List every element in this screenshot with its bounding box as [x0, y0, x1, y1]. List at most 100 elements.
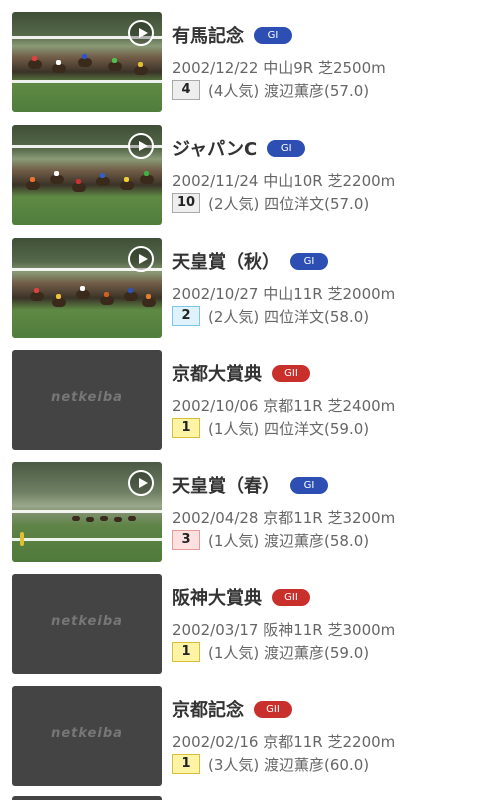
horse: [52, 64, 66, 73]
jockey: [104, 292, 109, 297]
horse: [134, 66, 148, 75]
race-info: 天皇賞（秋） GI 2002/10/27 中山11R 芝2000m 2 (2人気…: [172, 238, 504, 338]
jockey: [82, 54, 87, 59]
jockey: [146, 294, 151, 299]
horse: [100, 296, 114, 305]
race-info: 阪神大賞典 GII 2002/03/17 阪神11R 芝3000m 1 (1人気…: [172, 574, 504, 674]
popularity-jockey-weight: (1人気) 渡辺薫彦(59.0): [208, 643, 370, 662]
jockey: [56, 294, 61, 299]
play-icon[interactable]: [128, 133, 154, 159]
result-line: 2 (2人気) 四位洋文(58.0): [172, 305, 369, 327]
horse: [52, 298, 66, 307]
title-row: 京都大賞典 GII: [172, 358, 310, 388]
play-icon[interactable]: [128, 470, 154, 496]
grade-badge: GI: [267, 139, 306, 157]
jockey: [54, 171, 59, 176]
race-video-thumbnail[interactable]: [12, 462, 162, 562]
rail: [12, 538, 162, 541]
race-name[interactable]: 京都大賞典: [172, 360, 262, 386]
title-row: ジャパンC GI: [172, 133, 306, 163]
popularity-jockey-weight: (2人気) 四位洋文(57.0): [208, 194, 370, 213]
horse: [76, 290, 90, 299]
horse: [50, 175, 64, 184]
race-date-course: 2002/02/16 京都11R 芝2200m: [172, 733, 396, 751]
race-info: 京都記念 GII 2002/02/16 京都11R 芝2200m 1 (3人気)…: [172, 686, 504, 786]
race-item[interactable]: netkeiba 京都記念 GII 2002/02/16 京都11R 芝2200…: [0, 686, 504, 798]
race-item[interactable]: netkeiba 阪神大賞典 GII 2002/03/17 阪神11R 芝300…: [0, 574, 504, 686]
jockey: [80, 286, 85, 291]
jockey: [112, 58, 117, 63]
horse: [30, 292, 44, 301]
result-line: 10 (2人気) 四位洋文(57.0): [172, 192, 369, 214]
popularity-jockey-weight: (1人気) 渡辺薫彦(58.0): [208, 531, 370, 550]
race-item[interactable]: ジャパンC GI 2002/11/24 中山10R 芝2200m 10 (2人気…: [0, 125, 504, 237]
race-item[interactable]: netkeiba 京都大賞典 GII 2002/10/06 京都11R 芝240…: [0, 350, 504, 462]
jockey: [30, 177, 35, 182]
race-item[interactable]: 天皇賞（春） GI 2002/04/28 京都11R 芝3200m 3 (1人気…: [0, 462, 504, 574]
placeholder-thumbnail[interactable]: netkeiba: [12, 350, 162, 450]
finish-position-badge: 1: [172, 642, 200, 662]
horse: [114, 517, 122, 522]
race-name[interactable]: ジャパンC: [172, 135, 257, 161]
popularity-jockey-weight: (2人気) 四位洋文(58.0): [208, 307, 370, 326]
netkeiba-logo: netkeiba: [51, 726, 123, 741]
horse: [78, 58, 92, 67]
race-item[interactable]: 天皇賞（秋） GI 2002/10/27 中山11R 芝2000m 2 (2人気…: [0, 238, 504, 350]
jockey: [100, 173, 105, 178]
finish-position-badge: 3: [172, 530, 200, 550]
netkeiba-logo: netkeiba: [51, 614, 123, 629]
horse: [124, 292, 138, 301]
race-name[interactable]: 天皇賞（春）: [172, 472, 280, 498]
jockey: [56, 60, 61, 65]
race-date-course: 2002/03/17 阪神11R 芝3000m: [172, 621, 396, 639]
jockey: [76, 179, 81, 184]
race-name[interactable]: 有馬記念: [172, 22, 244, 48]
play-icon[interactable]: [128, 246, 154, 272]
horse: [120, 181, 134, 190]
race-info: 有馬記念 GI 2002/12/22 中山9R 芝2500m 4 (4人気) 渡…: [172, 12, 504, 112]
netkeiba-logo: netkeiba: [51, 390, 123, 405]
play-icon[interactable]: [128, 20, 154, 46]
horse: [28, 60, 42, 69]
marker: [20, 532, 24, 546]
placeholder-thumbnail[interactable]: netkeiba: [12, 574, 162, 674]
grade-badge: GII: [272, 588, 310, 606]
horse: [96, 177, 110, 186]
race-info: 天皇賞（春） GI 2002/04/28 京都11R 芝3200m 3 (1人気…: [172, 462, 504, 562]
title-row: 天皇賞（春） GI: [172, 470, 328, 500]
grade-badge: GII: [254, 700, 292, 718]
horse: [100, 516, 108, 521]
race-info: ジャパンC GI 2002/11/24 中山10R 芝2200m 10 (2人気…: [172, 125, 504, 225]
jockey: [32, 56, 37, 61]
title-row: 京都記念 GII: [172, 694, 292, 724]
rail: [12, 80, 162, 83]
horse: [26, 181, 40, 190]
finish-position-badge: 1: [172, 754, 200, 774]
race-video-thumbnail[interactable]: [12, 12, 162, 112]
result-line: 4 (4人気) 渡辺薫彦(57.0): [172, 79, 369, 101]
race-name[interactable]: 阪神大賞典: [172, 584, 262, 610]
horse: [108, 62, 122, 71]
jockey: [124, 177, 129, 182]
race-date-course: 2002/12/22 中山9R 芝2500m: [172, 59, 386, 77]
race-name[interactable]: 京都記念: [172, 696, 244, 722]
race-date-course: 2002/04/28 京都11R 芝3200m: [172, 509, 396, 527]
finish-position-badge: 2: [172, 306, 200, 326]
title-row: 有馬記念 GI: [172, 20, 292, 50]
grade-badge: GI: [254, 26, 292, 44]
horse: [72, 516, 80, 521]
race-video-thumbnail[interactable]: [12, 125, 162, 225]
horse: [142, 298, 156, 307]
race-video-thumbnail[interactable]: [12, 238, 162, 338]
placeholder-thumbnail[interactable]: netkeiba: [12, 686, 162, 786]
grade-badge: GII: [272, 364, 310, 382]
horse: [128, 516, 136, 521]
next-item-thumbnail-edge: [12, 796, 162, 800]
title-row: 阪神大賞典 GII: [172, 582, 310, 612]
jockey: [144, 171, 149, 176]
popularity-jockey-weight: (4人気) 渡辺薫彦(57.0): [208, 81, 370, 100]
horse: [72, 183, 86, 192]
race-name[interactable]: 天皇賞（秋）: [172, 248, 280, 274]
race-item[interactable]: 有馬記念 GI 2002/12/22 中山9R 芝2500m 4 (4人気) 渡…: [0, 12, 504, 124]
result-line: 1 (1人気) 四位洋文(59.0): [172, 417, 369, 439]
